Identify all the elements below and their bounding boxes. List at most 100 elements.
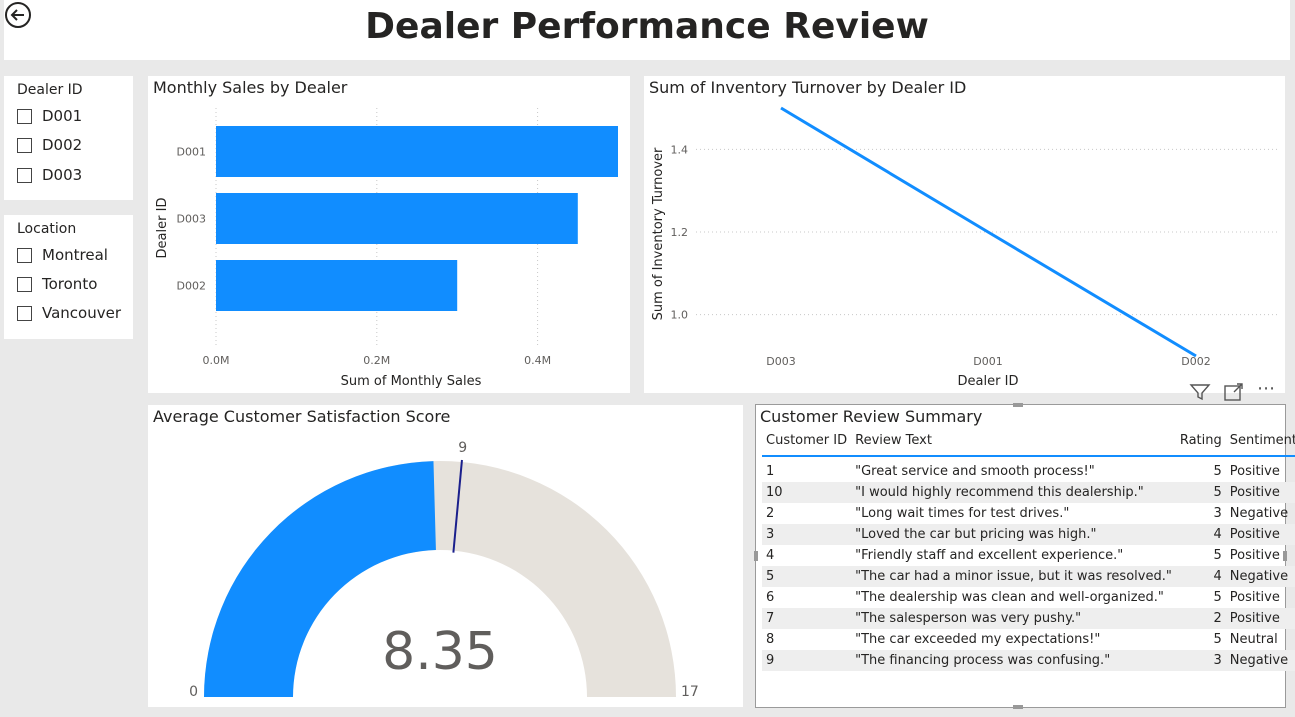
focus-mode-icon[interactable]	[1223, 382, 1245, 402]
y-tick-label: D001	[177, 146, 206, 159]
cell-rating: 5	[1175, 482, 1226, 503]
visual-title: Customer Review Summary	[760, 407, 983, 426]
cell-rating: 2	[1175, 608, 1226, 629]
cell-review-text: "The financing process was confusing."	[851, 650, 1176, 671]
table-row[interactable]: 1 "Great service and smooth process!" 5 …	[762, 461, 1295, 482]
slicer-option-d001[interactable]: D001	[17, 105, 82, 127]
slicer-option-label: D001	[42, 107, 83, 125]
cell-rating: 5	[1213, 548, 1222, 563]
column-header-sentiment[interactable]: Sentiment	[1225, 427, 1295, 457]
cell-customer-id: 10	[762, 482, 852, 503]
slicer-option-label: D002	[42, 136, 83, 154]
y-tick-label: 1.0	[671, 309, 689, 322]
y-tick-label: D003	[177, 213, 206, 226]
table-row[interactable]: 8 "The car exceeded my expectations!" 5 …	[762, 629, 1295, 650]
table-header-row: Customer ID Review Text Rating Sentiment	[762, 427, 1295, 457]
slicer-option-label: Montreal	[42, 246, 108, 264]
x-axis-title: Sum of Monthly Sales	[341, 374, 482, 389]
resize-handle-bottom[interactable]	[1013, 705, 1023, 709]
x-tick-label: D001	[973, 355, 1002, 368]
slicer-option-label: D003	[42, 166, 83, 184]
bar	[216, 193, 578, 244]
cell-sentiment: Positive	[1225, 524, 1295, 545]
cell-sentiment: Neutral	[1229, 632, 1278, 647]
cell-rating: 5	[1213, 590, 1222, 605]
column-header-review-text[interactable]: Review Text	[851, 427, 1176, 457]
cell-review-text: "Long wait times for test drives."	[855, 506, 1070, 521]
checkbox[interactable]	[17, 305, 32, 321]
table-row[interactable]: 9 "The financing process was confusing."…	[762, 650, 1295, 671]
cell-rating: 3	[1175, 650, 1226, 671]
cell-review-text: "Loved the car but pricing was high."	[851, 524, 1176, 545]
checkbox[interactable]	[17, 247, 32, 263]
cell-review-text: "Friendly staff and excellent experience…	[855, 548, 1124, 563]
column-header-customer-id[interactable]: Customer ID	[762, 427, 852, 457]
slicer-option-label: Vancouver	[42, 304, 121, 322]
checkbox[interactable]	[17, 276, 32, 292]
gauge-max-label: 17	[681, 684, 699, 700]
slicer-option-d003[interactable]: D003	[17, 164, 82, 186]
table-row[interactable]: 3 "Loved the car but pricing was high." …	[762, 524, 1295, 545]
x-tick-label: D003	[766, 355, 795, 368]
slicer-option-d002[interactable]: D002	[17, 134, 82, 156]
cell-rating: 5	[1213, 464, 1222, 479]
y-axis-title: Sum of Inventory Turnover	[651, 147, 666, 320]
slicer-option-montreal[interactable]: Montreal	[17, 244, 108, 266]
cell-customer-id: 9	[762, 650, 852, 671]
table-row[interactable]: 5 "The car had a minor issue, but it was…	[762, 566, 1295, 587]
checkbox[interactable]	[17, 167, 32, 183]
cell-sentiment: Positive	[1229, 464, 1280, 479]
cell-rating: 5	[1213, 632, 1222, 647]
table-row[interactable]: 10 "I would highly recommend this dealer…	[762, 482, 1295, 503]
cell-sentiment: Negative	[1229, 506, 1289, 521]
gauge-target-label: 9	[458, 440, 467, 456]
checkbox[interactable]	[17, 108, 32, 124]
resize-handle-top[interactable]	[1013, 403, 1023, 407]
cell-review-text: "Great service and smooth process!"	[855, 464, 1095, 479]
satisfaction-gauge[interactable]: Average Customer Satisfaction Score 9 8.3…	[148, 405, 743, 707]
table-row[interactable]: 7 "The salesperson was very pushy." 2 Po…	[762, 608, 1295, 629]
cell-customer-id: 8	[766, 632, 775, 647]
customer-review-table[interactable]: Customer Review Summary Customer ID Revi…	[754, 403, 1295, 709]
cell-review-text: "The car exceeded my expectations!"	[855, 632, 1101, 647]
cell-rating: 3	[1213, 506, 1222, 521]
x-tick-label: 0.0M	[203, 354, 230, 367]
location-slicer: Location Montreal Toronto Vancouver	[4, 215, 133, 339]
more-options-icon[interactable]: ⋯	[1257, 378, 1276, 399]
checkbox[interactable]	[17, 137, 32, 153]
slicer-option-vancouver[interactable]: Vancouver	[17, 302, 121, 324]
slicer-option-label: Toronto	[42, 275, 98, 293]
cell-customer-id: 1	[766, 464, 775, 479]
bar	[216, 260, 458, 311]
cell-sentiment: Negative	[1225, 566, 1295, 587]
gauge-value-label: 8.35	[382, 622, 498, 682]
series-line	[780, 106, 1197, 358]
cell-sentiment: Positive	[1225, 608, 1295, 629]
resize-handle-left[interactable]	[754, 551, 758, 561]
gauge-svg: 9 8.35 0 17	[189, 440, 699, 700]
cell-review-text: "I would highly recommend this dealershi…	[851, 482, 1176, 503]
table-row[interactable]: 6 "The dealership was clean and well-org…	[762, 587, 1295, 608]
x-tick-label: D002	[1181, 355, 1210, 368]
line-chart-svg: 1.0 1.2 1.4 D003 D001 D002 Dealer ID Sum of Inv…	[651, 106, 1279, 389]
cell-customer-id: 5	[762, 566, 852, 587]
slicer-title: Location	[17, 221, 77, 237]
column-header-rating[interactable]: Rating	[1175, 427, 1226, 457]
cell-customer-id: 3	[762, 524, 852, 545]
table-row[interactable]: 4 "Friendly staff and excellent experien…	[762, 545, 1295, 566]
table-row[interactable]: 2 "Long wait times for test drives." 3 N…	[762, 503, 1295, 524]
report-header: Dealer Performance Review	[4, 0, 1290, 60]
inventory-turnover-line-chart[interactable]: Sum of Inventory Turnover by Dealer ID 1…	[644, 76, 1285, 393]
x-axis-title: Dealer ID	[958, 374, 1019, 389]
filter-icon[interactable]	[1188, 382, 1212, 402]
slicer-option-toronto[interactable]: Toronto	[17, 273, 97, 295]
cell-sentiment: Positive	[1225, 482, 1295, 503]
y-tick-label: D002	[177, 280, 206, 293]
monthly-sales-bar-chart[interactable]: Monthly Sales by Dealer 0.0M 0.2M 0.4M D001…	[148, 76, 630, 393]
resize-handle-right[interactable]	[1283, 551, 1287, 561]
cell-sentiment: Positive	[1229, 590, 1280, 605]
x-tick-label: 0.4M	[524, 354, 551, 367]
cell-customer-id: 4	[766, 548, 775, 563]
cell-customer-id: 2	[766, 506, 775, 521]
bar-chart-svg: 0.0M 0.2M 0.4M D001 D003 D002 Sum of Monthly S…	[155, 108, 618, 389]
